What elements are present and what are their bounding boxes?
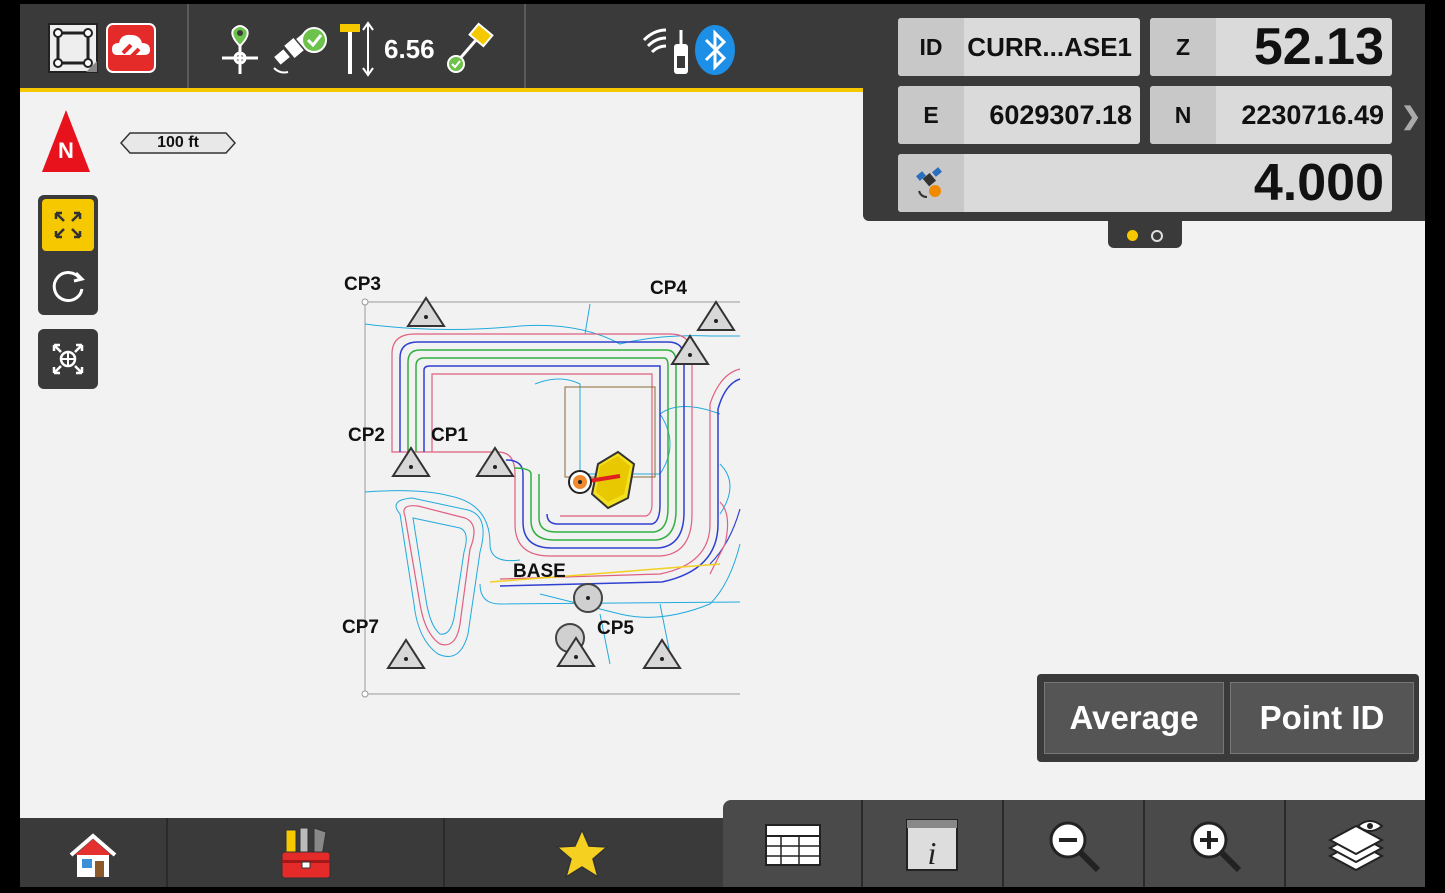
zoom-in-button[interactable]	[1145, 800, 1284, 887]
status-bar: 6.56	[20, 4, 863, 88]
home-icon	[69, 833, 117, 877]
zoom-out-icon	[1049, 821, 1101, 873]
favorites-button[interactable]	[445, 818, 723, 887]
rod-height-icon	[336, 20, 378, 78]
n-value: 2230716.49	[1241, 99, 1384, 130]
zoom-in-icon	[1190, 821, 1242, 873]
scale-bar: 100 ft	[119, 132, 237, 154]
point-cp4-marker[interactable]	[696, 300, 736, 331]
north-label: N	[58, 138, 74, 163]
e-cell[interactable]: E 6029307.18	[898, 86, 1140, 144]
layers-icon	[1327, 820, 1385, 872]
view-controls	[38, 195, 98, 315]
project-icon[interactable]	[48, 23, 98, 73]
bottom-nav	[20, 818, 723, 887]
point-label-cp3: CP3	[344, 274, 381, 295]
table-view-button[interactable]	[723, 800, 861, 887]
z-label: Z	[1150, 18, 1216, 76]
id-value: CURR...ASE1	[967, 31, 1132, 62]
rover-receiver-icon[interactable]	[442, 22, 498, 78]
app-screen: 6.56 ID CURR...ASE1 Z 52.13 E 6029307.18…	[20, 4, 1425, 887]
point-cp5-marker[interactable]	[555, 623, 596, 667]
expand-icon	[54, 211, 82, 239]
n-cell[interactable]: N 2230716.49	[1150, 86, 1392, 144]
info-icon: i	[906, 819, 958, 871]
info-button[interactable]: i	[863, 800, 1002, 887]
radio-icon	[638, 22, 694, 78]
id-cell[interactable]: ID CURR...ASE1	[898, 18, 1140, 76]
next-page-arrow[interactable]: ❯	[1401, 102, 1421, 131]
map-canvas[interactable]: CP3 CP4 CP2 CP1 BASE CP7 CP5	[340, 274, 760, 704]
map-toolbar: i	[723, 800, 1425, 887]
cloud-sync-icon[interactable]	[106, 23, 156, 73]
star-icon	[555, 828, 609, 879]
id-label: ID	[898, 18, 964, 76]
table-icon	[765, 824, 821, 866]
target-icon	[52, 343, 84, 375]
average-button[interactable]: Average	[1044, 682, 1224, 754]
tools-button[interactable]	[168, 818, 443, 887]
point-cp7-marker[interactable]	[386, 638, 426, 669]
z-value: 52.13	[1253, 18, 1384, 76]
layers-button[interactable]	[1286, 800, 1425, 887]
point-label-cp4: CP4	[650, 278, 687, 299]
toolbox-icon	[281, 827, 331, 879]
point-label-cp1: CP1	[431, 425, 468, 446]
satellite-precision-icon	[898, 154, 964, 212]
point-id-button[interactable]: Point ID	[1230, 682, 1414, 754]
point-label-cp5: CP5	[597, 618, 634, 639]
action-bar: Average Point ID	[1037, 674, 1419, 762]
pager-dot-active	[1127, 230, 1138, 241]
svg-text:i: i	[928, 835, 937, 871]
precision-value: 4.000	[1253, 154, 1384, 212]
bluetooth-icon	[694, 24, 736, 76]
point-marker[interactable]	[642, 638, 682, 669]
panel-pager[interactable]	[1108, 221, 1182, 248]
satellite-fix-icon	[270, 26, 328, 76]
point-marker[interactable]	[670, 334, 710, 365]
height-value: 6.56	[384, 34, 435, 64]
gps-point-icon	[220, 24, 260, 76]
coordinates-panel: ID CURR...ASE1 Z 52.13 E 6029307.18 N 22…	[863, 4, 1425, 221]
refresh-button[interactable]	[42, 259, 94, 311]
center-position-button[interactable]	[38, 329, 98, 389]
zoom-out-button[interactable]	[1004, 800, 1143, 887]
zoom-extents-button[interactable]	[42, 199, 94, 251]
refresh-icon	[52, 271, 85, 303]
point-label-cp2: CP2	[348, 425, 385, 446]
e-label: E	[898, 86, 964, 144]
z-cell[interactable]: Z 52.13	[1150, 18, 1392, 76]
status-bar-accent	[20, 88, 863, 92]
e-value: 6029307.18	[989, 99, 1132, 130]
home-button[interactable]	[20, 818, 166, 887]
scale-label: 100 ft	[157, 134, 199, 151]
north-arrow-icon[interactable]: N	[40, 108, 92, 174]
point-label-cp7: CP7	[342, 617, 379, 638]
precision-cell[interactable]: 4.000	[898, 154, 1392, 212]
pager-dot-inactive	[1151, 230, 1163, 242]
current-position-icon	[568, 450, 636, 510]
point-label-base: BASE	[513, 561, 566, 582]
point-base-marker[interactable]	[573, 583, 603, 613]
n-label: N	[1150, 86, 1216, 144]
